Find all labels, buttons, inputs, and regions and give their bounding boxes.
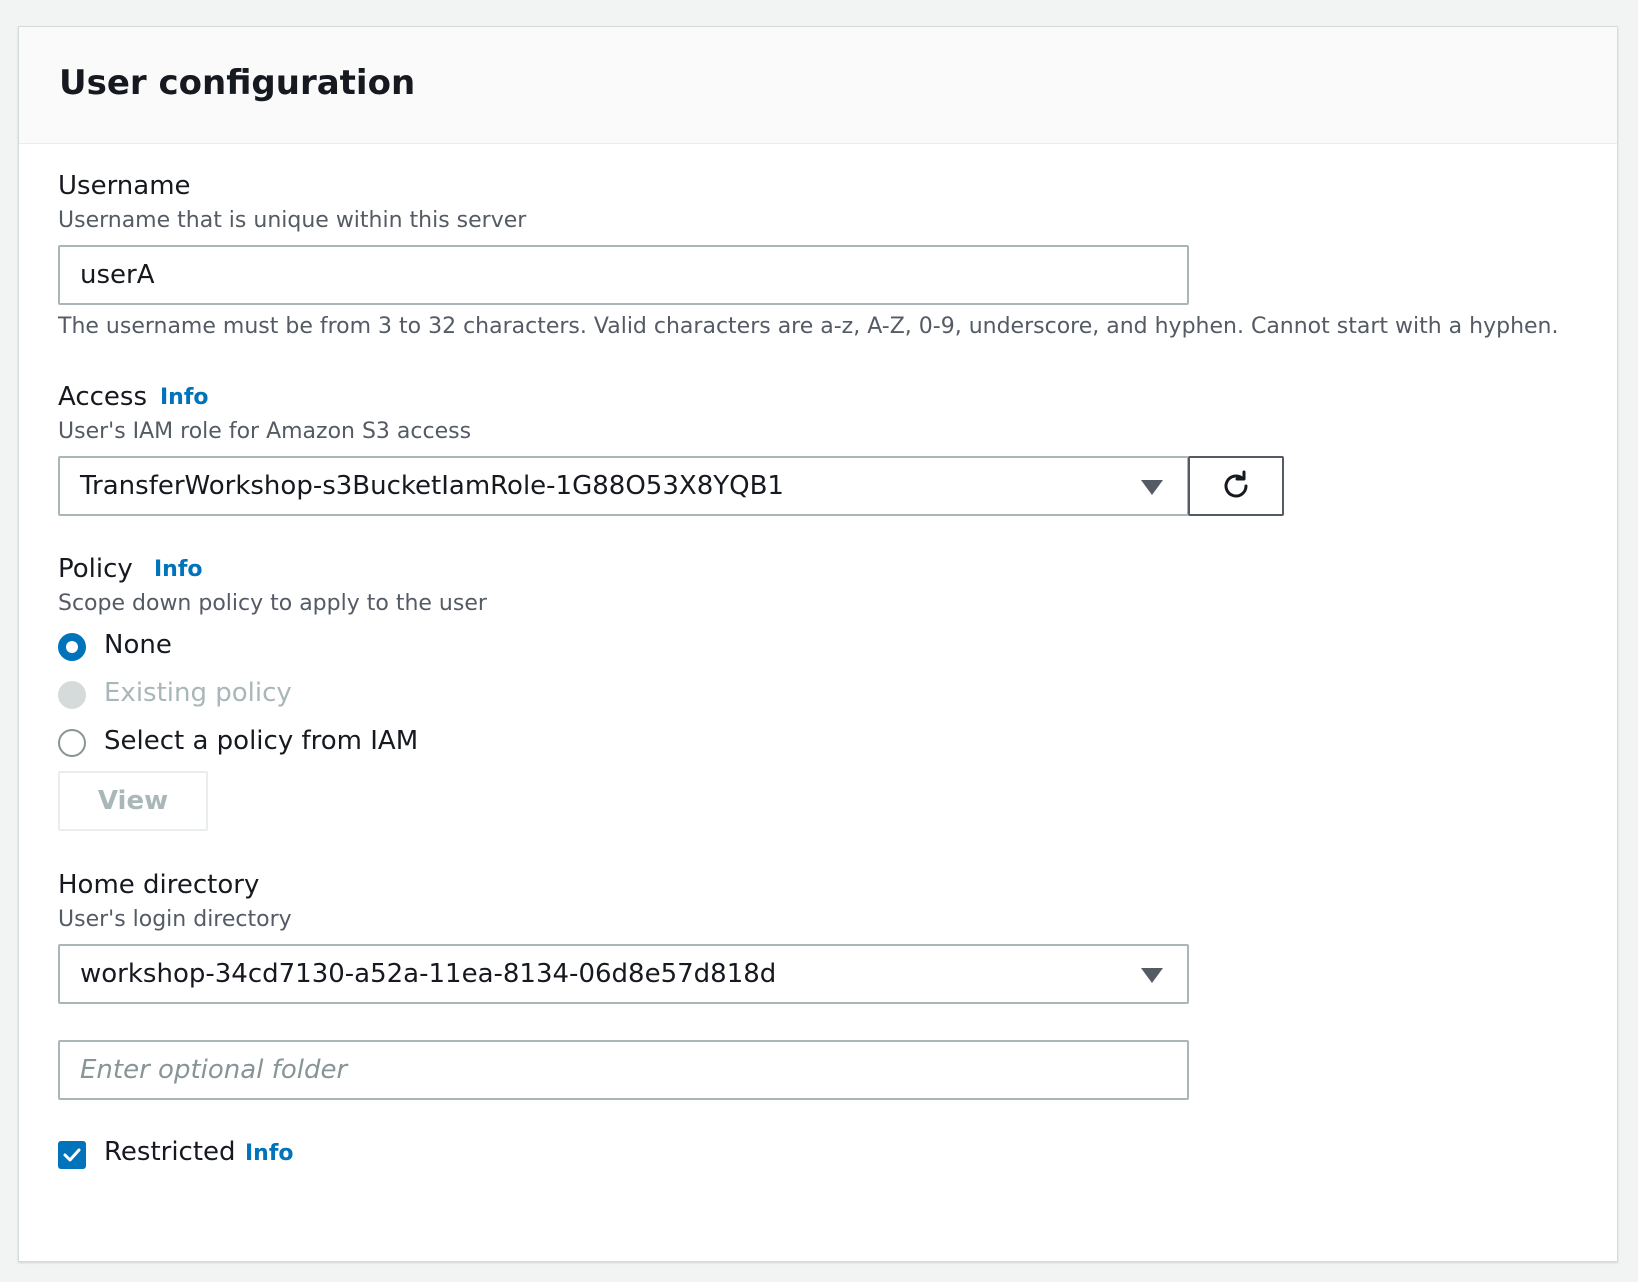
user-configuration-panel: User configuration Username Username tha… bbox=[18, 26, 1618, 1262]
restricted-checkbox[interactable] bbox=[58, 1141, 86, 1169]
access-description: User's IAM role for Amazon S3 access bbox=[58, 419, 472, 444]
view-policy-button[interactable]: View bbox=[58, 771, 208, 831]
access-label: Access bbox=[58, 382, 148, 412]
home-directory-label: Home directory bbox=[58, 870, 260, 900]
restricted-info-link[interactable]: Info bbox=[245, 1141, 294, 1166]
refresh-icon bbox=[1224, 470, 1248, 498]
caret-down-icon bbox=[1141, 968, 1163, 983]
username-label: Username bbox=[58, 171, 191, 201]
radio-existing-policy-label: Existing policy bbox=[104, 678, 292, 708]
access-role-selected-value: TransferWorkshop-s3BucketIamRole-1G88O53… bbox=[80, 471, 784, 501]
radio-none-label[interactable]: None bbox=[104, 630, 172, 660]
access-role-select[interactable]: TransferWorkshop-s3BucketIamRole-1G88O53… bbox=[58, 456, 1189, 516]
optional-folder-field[interactable] bbox=[58, 1040, 1189, 1100]
home-directory-bucket-select[interactable]: workshop-34cd7130-a52a-11ea-8134-06d8e57… bbox=[58, 944, 1189, 1004]
access-info-link[interactable]: Info bbox=[160, 385, 209, 410]
checkmark-icon bbox=[63, 1148, 81, 1162]
radio-select-policy-from-iam-label[interactable]: Select a policy from IAM bbox=[104, 726, 418, 756]
caret-down-icon bbox=[1141, 480, 1163, 495]
policy-info-link[interactable]: Info bbox=[154, 557, 203, 582]
username-constraint-text: The username must be from 3 to 32 charac… bbox=[58, 314, 1559, 339]
restricted-label[interactable]: Restricted bbox=[104, 1137, 236, 1167]
username-description: Username that is unique within this serv… bbox=[58, 208, 527, 233]
username-field[interactable] bbox=[58, 245, 1189, 305]
username-input[interactable] bbox=[80, 260, 1167, 290]
policy-description: Scope down policy to apply to the user bbox=[58, 591, 487, 616]
policy-label: Policy bbox=[58, 554, 133, 584]
radio-existing-policy bbox=[58, 681, 86, 709]
panel-title: User configuration bbox=[59, 63, 416, 103]
home-directory-selected-value: workshop-34cd7130-a52a-11ea-8134-06d8e57… bbox=[80, 959, 777, 989]
home-directory-description: User's login directory bbox=[58, 907, 292, 932]
panel-header: User configuration bbox=[19, 27, 1617, 144]
optional-folder-input[interactable] bbox=[80, 1055, 1167, 1085]
radio-none[interactable] bbox=[58, 633, 86, 661]
radio-select-policy-from-iam[interactable] bbox=[58, 729, 86, 757]
refresh-button[interactable] bbox=[1188, 456, 1284, 516]
